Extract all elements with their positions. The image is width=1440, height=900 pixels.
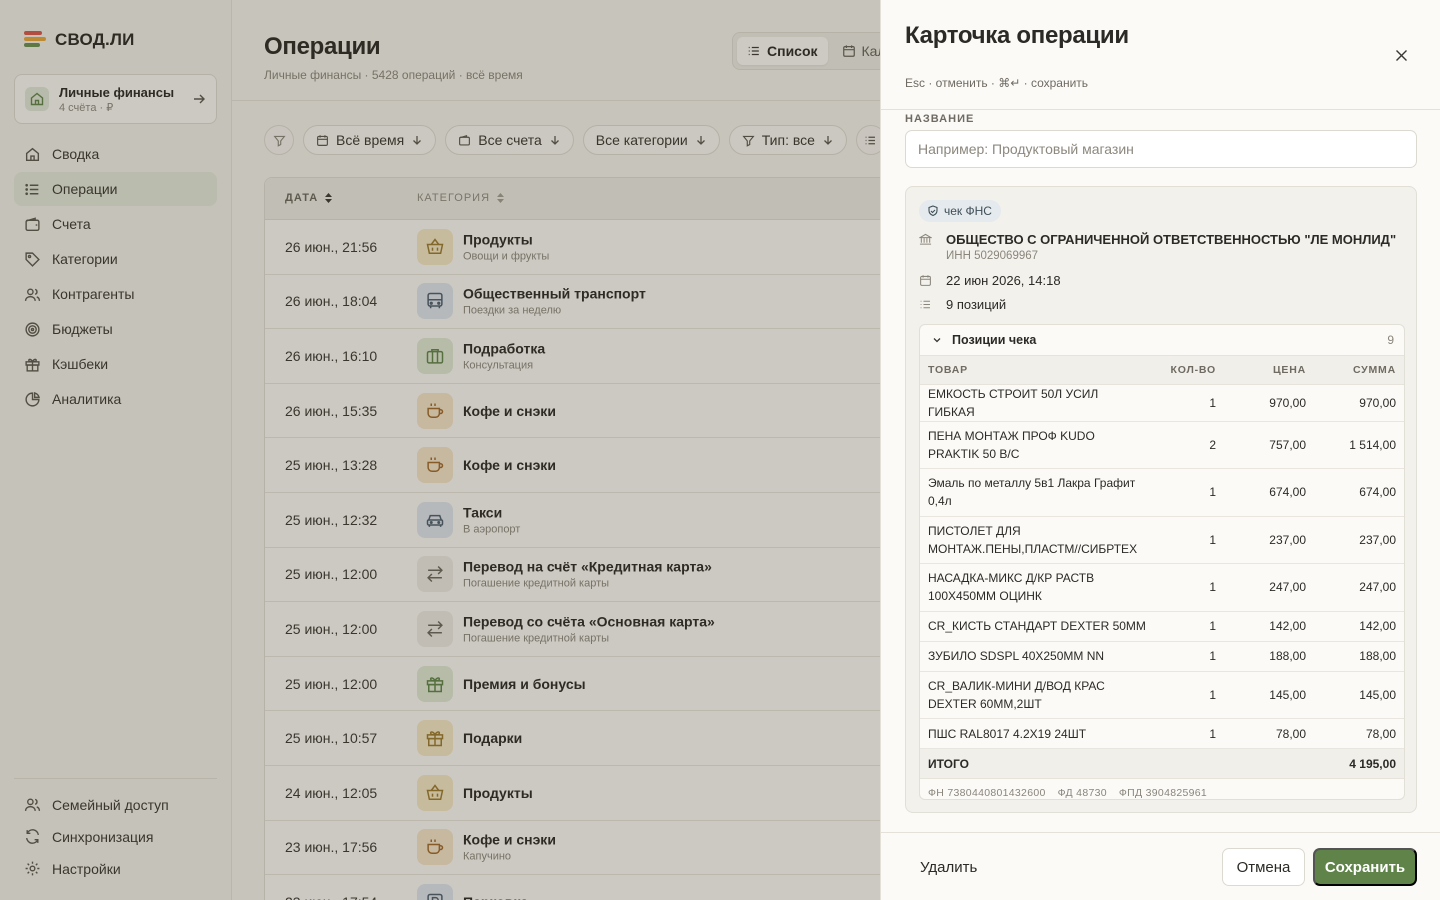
item-qty: 1 (1156, 516, 1224, 564)
item-sum: 142,00 (1314, 611, 1404, 642)
receipt-items-header: ТОВАР КОЛ-ВО ЦЕНА СУММА (920, 356, 1404, 385)
total-label: ИТОГО (920, 748, 1156, 779)
receipt-datetime: 22 июн 2026, 14:18 (946, 273, 1061, 288)
calendar-icon (920, 275, 931, 286)
seller-row: ОБЩЕСТВО С ОГРАНИЧЕННОЙ ОТВЕТСТВЕННОСТЬЮ… (919, 232, 1396, 262)
receipt-item-row: НАСАДКА-МИКС Д/КР РАСТВ 100Х450ММ ОЦИНК 1… (920, 563, 1404, 612)
receipt-total-row: ИТОГО 4 195,00 (920, 748, 1404, 779)
item-name: ЕМКОСТЬ СТРОИТ 50Л УСИЛ ГИБКАЯ (920, 384, 1156, 422)
item-name: CR_КИСТЬ СТАНДАРТ DEXTER 50ММ (920, 611, 1156, 642)
item-sum: 970,00 (1314, 384, 1404, 422)
item-qty: 1 (1156, 611, 1224, 642)
seller-name: ОБЩЕСТВО С ОГРАНИЧЕННОЙ ОТВЕТСТВЕННОСТЬЮ… (946, 232, 1397, 247)
keyboard-hint: Esc · отменить · ⌘↵ · сохранить (905, 76, 1089, 90)
name-input[interactable] (905, 130, 1417, 168)
item-qty: 1 (1156, 718, 1224, 749)
receipt-item-row: ПШС RAL8017 4.2X19 24ШТ 1 78,00 78,00 (920, 718, 1404, 749)
drawer-footer-divider (881, 832, 1440, 833)
item-price: 188,00 (1224, 641, 1314, 672)
item-qty: 1 (1156, 563, 1224, 612)
receipt-item-row: ЕМКОСТЬ СТРОИТ 50Л УСИЛ ГИБКАЯ 1 970,00 970… (920, 384, 1404, 422)
item-name: CR_ВАЛИК-МИНИ Д/ВОД КРАС DEXTER 60ММ,2ШТ (920, 671, 1156, 719)
item-name: ЗУБИЛО SDSPL 40X250MM NN (920, 641, 1156, 672)
receipt-card: чек ФНС ОБЩЕСТВО С ОГРАНИЧЕННОЙ ОТВЕТСТВ… (905, 186, 1417, 813)
item-sum: 247,00 (1314, 563, 1404, 612)
item-sum: 237,00 (1314, 516, 1404, 564)
drawer-title: Карточка операции (905, 22, 1129, 49)
item-qty: 1 (1156, 641, 1224, 672)
item-price: 757,00 (1224, 421, 1314, 469)
item-price: 970,00 (1224, 384, 1314, 422)
fiscal-fd: ФД 48730 (1057, 787, 1107, 799)
receipt-item-row: ПИСТОЛЕТ ДЛЯ МОНТАЖ.ПЕНЫ,ПЛАСТМ//СИБРТЕХ… (920, 516, 1404, 564)
receipt-items-table: ТОВАР КОЛ-ВО ЦЕНА СУММА ЕМКОСТЬ СТРОИТ 5… (920, 356, 1404, 779)
item-sum: 145,00 (1314, 671, 1404, 719)
item-sum: 1 514,00 (1314, 421, 1404, 469)
modal-backdrop[interactable] (0, 0, 880, 900)
item-name: ПИСТОЛЕТ ДЛЯ МОНТАЖ.ПЕНЫ,ПЛАСТМ//СИБРТЕХ (920, 516, 1156, 564)
fiscal-fpd: ФПД 3904825961 (1118, 787, 1208, 799)
col-sum: СУММА (1314, 356, 1404, 385)
item-qty: 1 (1156, 671, 1224, 719)
operation-drawer: Карточка операции Esc · отменить · ⌘↵ · … (880, 0, 1440, 900)
fns-badge: чек ФНС (919, 200, 1001, 222)
receipt-items-toggle[interactable]: Позиции чека 9 (920, 325, 1404, 356)
item-price: 78,00 (1224, 718, 1314, 749)
item-sum: 78,00 (1314, 718, 1404, 749)
col-item: ТОВАР (920, 356, 1156, 385)
chevron-down-icon (933, 338, 941, 343)
receipt-item-row: CR_ВАЛИК-МИНИ Д/ВОД КРАС DEXTER 60ММ,2ШТ… (920, 671, 1404, 719)
bank-icon (919, 233, 932, 245)
item-price: 145,00 (1224, 671, 1314, 719)
fns-badge-label: чек ФНС (944, 204, 992, 218)
receipt-items-count: 9 (1387, 333, 1394, 347)
seller-inn: ИНН 5029069967 (946, 250, 1039, 262)
list-icon (920, 300, 930, 309)
name-field-label: НАЗВАНИЕ (905, 113, 975, 125)
total-value: 4 195,00 (1314, 748, 1404, 779)
datetime-row: 22 июн 2026, 14:18 (919, 273, 1061, 288)
shield-check-icon (928, 205, 938, 217)
item-price: 247,00 (1224, 563, 1314, 612)
item-name: ПШС RAL8017 4.2X19 24ШТ (920, 718, 1156, 749)
drawer-divider (881, 109, 1440, 110)
item-qty: 1 (1156, 468, 1224, 517)
item-name: Эмаль по металлу 5в1 Лакра Графит 0,4л (920, 468, 1156, 517)
item-sum: 674,00 (1314, 468, 1404, 517)
receipt-item-row: ПЕНА МОНТАЖ ПРОФ KUDO PRAKTIK 50 В/С 2 757… (920, 421, 1404, 469)
receipt-item-row: CR_КИСТЬ СТАНДАРТ DEXTER 50ММ 1 142,00 142,… (920, 611, 1404, 642)
item-price: 237,00 (1224, 516, 1314, 564)
receipt-item-row: ЗУБИЛО SDSPL 40X250MM NN 1 188,00 188,00 (920, 641, 1404, 672)
receipt-items-title: Позиции чека (952, 333, 1037, 347)
close-icon (1395, 49, 1407, 61)
fiscal-data: ФН 7380440801432600 ФД 48730 ФПД 3904825… (920, 779, 1404, 799)
fiscal-fn: ФН 7380440801432600 (928, 787, 1046, 799)
positions-row: 9 позиций (919, 297, 1006, 312)
item-qty: 2 (1156, 421, 1224, 469)
col-price: ЦЕНА (1224, 356, 1314, 385)
item-name: ПЕНА МОНТАЖ ПРОФ KUDO PRAKTIK 50 В/С (920, 421, 1156, 469)
receipt-positions: 9 позиций (946, 297, 1007, 312)
item-price: 674,00 (1224, 468, 1314, 517)
delete-button[interactable]: Удалить (905, 849, 992, 886)
cancel-button[interactable]: Отмена (1222, 848, 1305, 886)
receipt-items: Позиции чека 9 ТОВАР КОЛ-ВО ЦЕНА СУММА Е… (919, 324, 1405, 800)
close-button[interactable] (1389, 43, 1413, 67)
item-qty: 1 (1156, 384, 1224, 422)
receipt-item-row: Эмаль по металлу 5в1 Лакра Графит 0,4л 1 6… (920, 468, 1404, 517)
col-qty: КОЛ-ВО (1156, 356, 1224, 385)
item-name: НАСАДКА-МИКС Д/КР РАСТВ 100Х450ММ ОЦИНК (920, 563, 1156, 612)
item-price: 142,00 (1224, 611, 1314, 642)
item-sum: 188,00 (1314, 641, 1404, 672)
receipt-items-body: ЕМКОСТЬ СТРОИТ 50Л УСИЛ ГИБКАЯ 1 970,00 970… (920, 384, 1404, 749)
save-button[interactable]: Сохранить (1313, 848, 1417, 886)
